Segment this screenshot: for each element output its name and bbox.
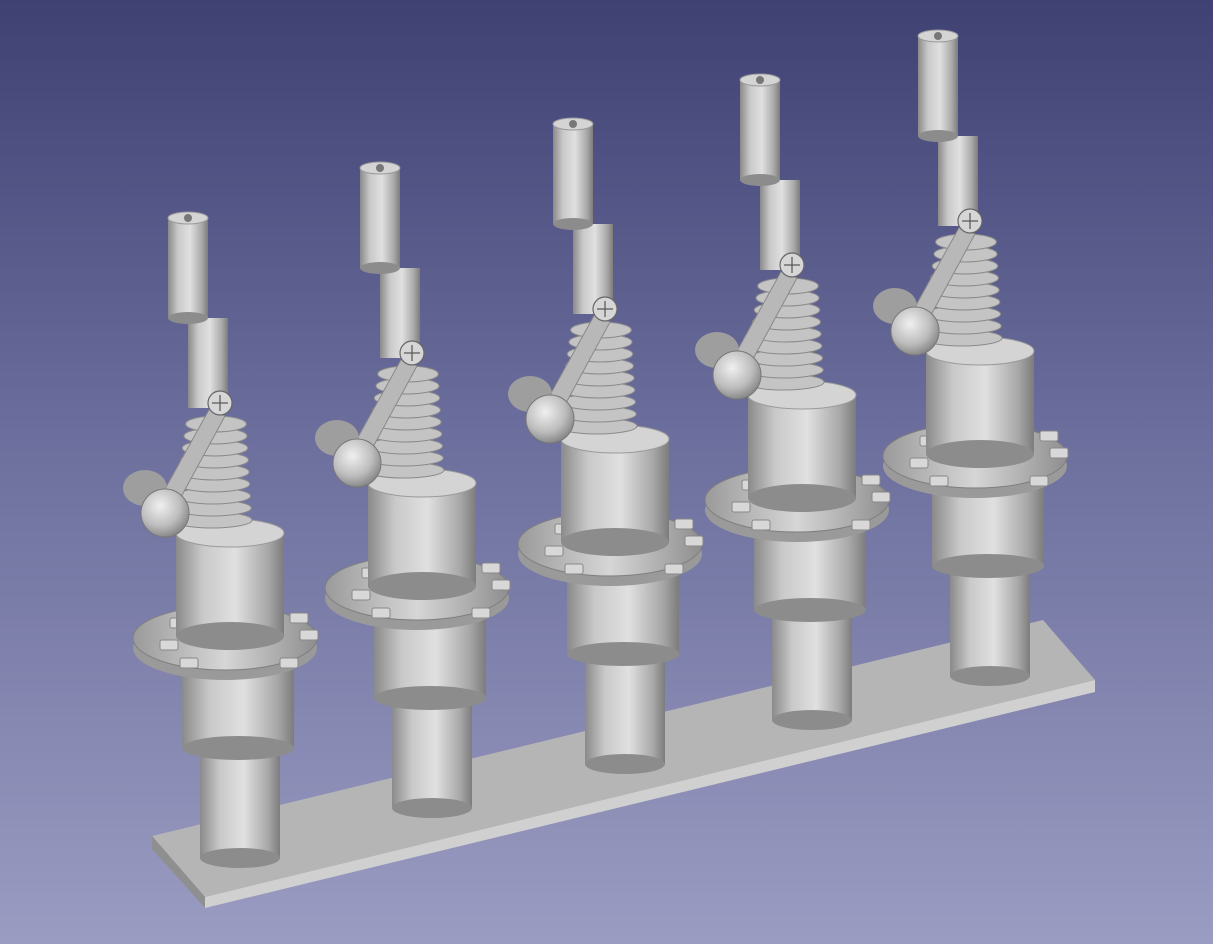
valve-assembly xyxy=(123,211,319,868)
valve-assembly xyxy=(873,29,1069,686)
valve-assembly xyxy=(508,117,704,774)
model-scene xyxy=(123,29,1095,908)
valve-assembly xyxy=(695,73,891,730)
3d-viewport[interactable] xyxy=(0,0,1213,944)
valve-assembly xyxy=(315,161,511,818)
